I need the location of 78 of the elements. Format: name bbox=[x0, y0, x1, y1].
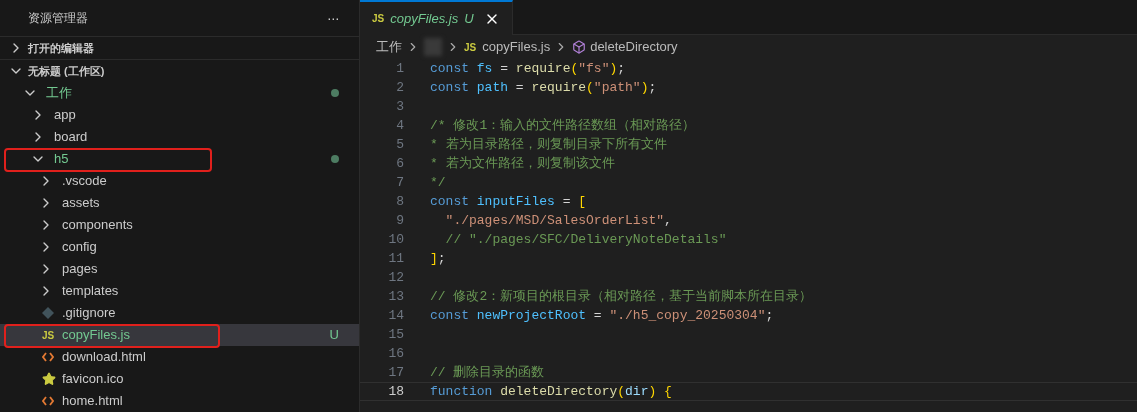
tree-item[interactable]: h5 bbox=[0, 148, 359, 170]
file-name: config bbox=[62, 238, 97, 257]
breadcrumb-item[interactable]: 工作 bbox=[376, 37, 402, 57]
line-number: 3 bbox=[395, 97, 404, 116]
tree-item[interactable]: pages bbox=[0, 258, 359, 280]
tree-item[interactable]: .gitignore bbox=[0, 302, 359, 324]
code-line: // 删除目录的函数 bbox=[430, 363, 545, 382]
file-name: favicon.ico bbox=[62, 370, 124, 389]
tree-item[interactable]: download.html bbox=[0, 346, 359, 368]
line-number: 5 bbox=[395, 135, 404, 154]
line-number: 15 bbox=[387, 325, 404, 344]
file-name: components bbox=[62, 216, 133, 235]
line-number: 9 bbox=[395, 211, 404, 230]
tree-item[interactable]: board bbox=[0, 126, 359, 148]
code-line: // 修改2：新项目的根目录（相对路径，基于当前脚本所在目录） bbox=[430, 287, 813, 306]
line-number: 16 bbox=[387, 344, 404, 363]
file-name: copyFiles.js bbox=[62, 326, 130, 345]
line-number: 14 bbox=[387, 306, 404, 325]
file-name: .gitignore bbox=[62, 304, 116, 323]
file-name: templates bbox=[62, 282, 119, 301]
file-name: pages bbox=[62, 260, 98, 279]
more-actions-button[interactable]: ··· bbox=[327, 7, 339, 29]
line-number: 13 bbox=[387, 287, 404, 306]
line-number: 6 bbox=[395, 154, 404, 173]
js-file-icon: JS bbox=[372, 11, 385, 26]
code-line: "./pages/MSD/SalesOrderList", bbox=[444, 211, 672, 230]
code-line: const fs = require("fs"); bbox=[430, 59, 626, 78]
editor-tab[interactable]: JS copyFiles.js U bbox=[360, 0, 513, 35]
section-header[interactable]: 打开的编辑器 bbox=[0, 37, 359, 59]
section-header[interactable]: 无标题 (工作区) bbox=[0, 60, 359, 82]
line-number: 17 bbox=[387, 363, 404, 382]
line-number: 4 bbox=[395, 116, 404, 135]
file-name: board bbox=[54, 128, 88, 147]
tree-item[interactable]: config bbox=[0, 236, 359, 258]
star-icon bbox=[42, 372, 56, 386]
code-line: */ bbox=[430, 173, 446, 192]
line-number: 12 bbox=[387, 268, 404, 287]
code-line: /* 修改1：输入的文件路径数组（相对路径） bbox=[430, 116, 696, 135]
tree-item[interactable]: JS copyFiles.js U bbox=[0, 324, 359, 346]
file-name: home.html bbox=[62, 392, 123, 411]
tree-item[interactable]: favicon.ico bbox=[0, 368, 359, 390]
tree-item[interactable]: app bbox=[0, 104, 359, 126]
file-name: app bbox=[54, 106, 76, 125]
tree-item[interactable]: home.html bbox=[0, 390, 359, 412]
line-number: 8 bbox=[395, 192, 404, 211]
file-name: download.html bbox=[62, 348, 146, 367]
code-line: const inputFiles = [ bbox=[430, 192, 587, 211]
cube-icon bbox=[572, 40, 587, 54]
tree-item[interactable]: components bbox=[0, 214, 359, 236]
tree-item[interactable]: 工作 bbox=[0, 82, 359, 104]
code-line: // "./pages/SFC/DeliveryNoteDetails" bbox=[444, 230, 727, 249]
code-line: const path = require("path"); bbox=[430, 78, 657, 97]
code-line: * 若为目录路径，则复制目录下所有文件 bbox=[430, 135, 667, 154]
line-number: 10 bbox=[387, 230, 404, 249]
tree-item[interactable]: .vscode bbox=[0, 170, 359, 192]
code-line: const newProjectRoot = "./h5_copy_20250304"; bbox=[430, 306, 774, 325]
git-status: U bbox=[464, 9, 474, 28]
breadcrumb-item[interactable]: deleteDirectory bbox=[590, 37, 678, 57]
breadcrumb-item[interactable]: JS copyFiles.js bbox=[464, 37, 551, 57]
git-status: U bbox=[329, 326, 339, 345]
code-line: function deleteDirectory(dir) { bbox=[430, 382, 672, 401]
line-number: 11 bbox=[387, 249, 404, 268]
file-name: 工作 bbox=[46, 84, 72, 103]
line-number: 18 bbox=[387, 382, 404, 401]
tree-item[interactable]: templates bbox=[0, 280, 359, 302]
line-number: 1 bbox=[395, 59, 404, 78]
panel-title: 资源管理器 bbox=[28, 10, 88, 27]
blurred-region bbox=[424, 38, 442, 56]
file-name: .vscode bbox=[62, 172, 107, 191]
code-line: ]; bbox=[430, 249, 446, 268]
line-number: 2 bbox=[395, 78, 404, 97]
js-file-icon: JS bbox=[42, 327, 58, 343]
line-number: 7 bbox=[395, 173, 404, 192]
tree-item[interactable]: assets bbox=[0, 192, 359, 214]
file-name: assets bbox=[62, 194, 100, 213]
file-name: h5 bbox=[54, 150, 69, 169]
tab-label: copyFiles.js bbox=[390, 9, 459, 28]
code-line: * 若为文件路径，则复制该文件 bbox=[430, 154, 615, 173]
